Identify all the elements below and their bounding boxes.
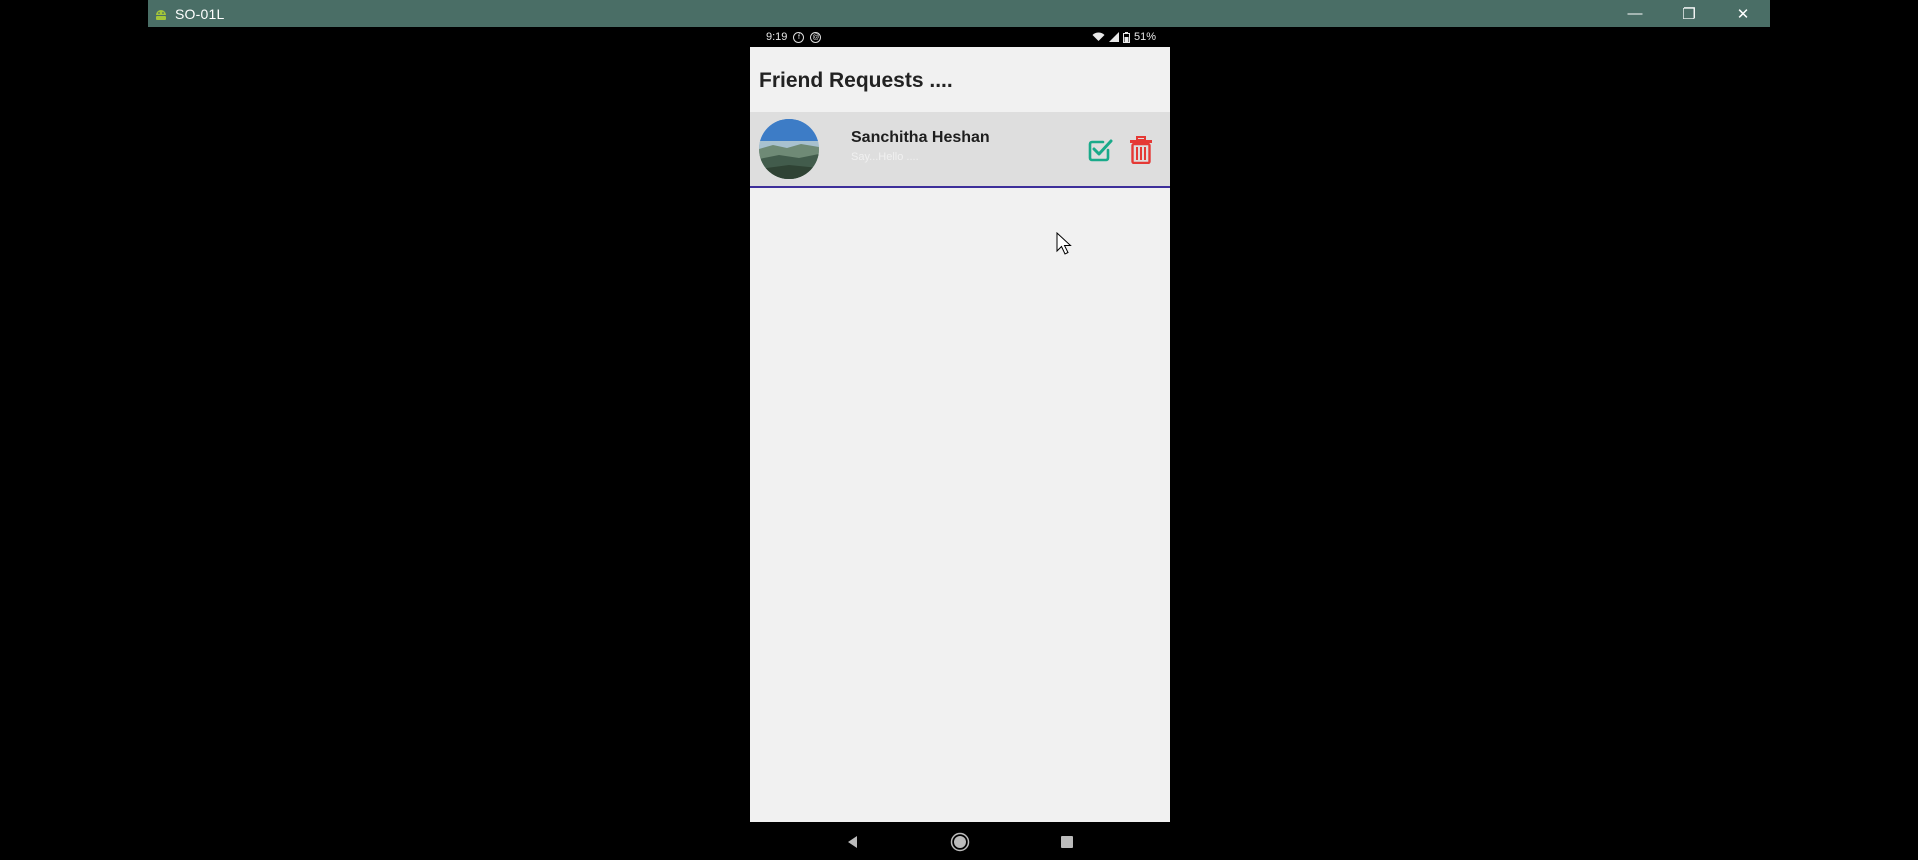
friend-status: Say...Hello ....	[851, 151, 919, 163]
nav-back-button[interactable]	[843, 832, 863, 852]
restore-icon: ❐	[1682, 5, 1696, 23]
delete-request-button[interactable]	[1129, 136, 1153, 165]
minimize-icon: —	[1627, 5, 1643, 22]
window-controls: — ❐ ✕	[1608, 0, 1770, 27]
wifi-icon	[1092, 32, 1105, 41]
nav-home-button[interactable]	[950, 832, 970, 852]
android-icon	[153, 6, 169, 22]
friend-name: Sanchitha Heshan	[851, 129, 990, 146]
friend-request-row[interactable]: Sanchitha Heshan Say...Hello ....	[750, 112, 1170, 188]
status-bar: 9:19 f @ 51%	[750, 28, 1170, 46]
check-square-icon	[1088, 139, 1113, 162]
avatar[interactable]	[759, 119, 819, 179]
nav-recents-button[interactable]	[1057, 832, 1077, 852]
trash-icon	[1130, 136, 1152, 165]
recents-square-icon	[1061, 836, 1073, 848]
page-title: Friend Requests ....	[759, 69, 953, 92]
minimize-button[interactable]: —	[1608, 0, 1662, 27]
back-triangle-icon	[848, 836, 857, 848]
signal-icon	[1108, 32, 1119, 42]
close-button[interactable]: ✕	[1716, 0, 1770, 27]
accept-request-button[interactable]	[1087, 137, 1113, 163]
restore-button[interactable]: ❐	[1662, 0, 1716, 27]
close-icon: ✕	[1736, 5, 1750, 23]
battery-icon	[1122, 31, 1130, 43]
window-titlebar: SO-01L — ❐ ✕	[148, 0, 1770, 27]
notification-icon: @	[810, 31, 822, 43]
window-title: SO-01L	[175, 5, 225, 22]
battery-level: 51%	[1133, 31, 1156, 43]
status-time: 9:19	[766, 31, 788, 43]
mouse-cursor-icon	[1056, 232, 1072, 255]
home-circle-icon	[950, 832, 970, 852]
facebook-icon: f	[793, 31, 805, 43]
phone-screen: Friend Requests .... Sanchitha Heshan Sa…	[750, 47, 1170, 822]
android-nav-bar	[750, 823, 1170, 860]
